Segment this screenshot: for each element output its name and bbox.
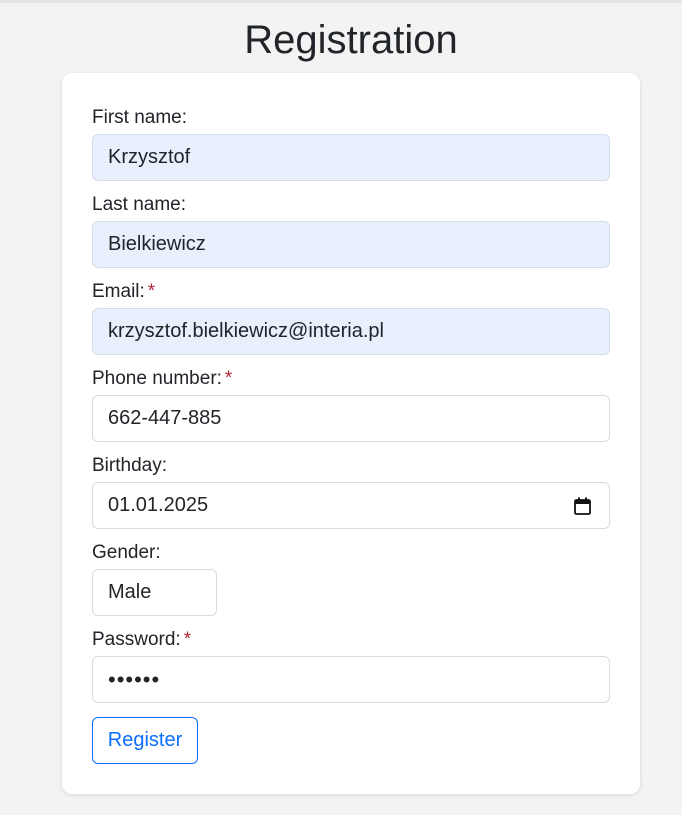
gender-field: Gender: Male — [92, 542, 217, 616]
calendar-icon[interactable] — [574, 497, 591, 515]
last-name-label-text: Last name: — [92, 194, 186, 215]
registration-card: First name: Krzysztof Last name: Bielkie… — [62, 73, 640, 794]
email-required-mark: * — [147, 281, 156, 302]
password-required-mark: * — [183, 629, 192, 650]
phone-field: Phone number: * 662-447-885 — [92, 368, 610, 442]
email-field: Email: * krzysztof.bielkiewicz@interia.pl — [92, 281, 610, 355]
gender-label: Gender: — [92, 542, 217, 564]
birthday-label: Birthday: — [92, 455, 610, 477]
password-label-text: Password: — [92, 629, 181, 650]
email-value: krzysztof.bielkiewicz@interia.pl — [108, 320, 384, 342]
phone-value: 662-447-885 — [108, 407, 222, 429]
page-title: Registration — [244, 18, 458, 62]
password-label: Password: * — [92, 629, 610, 651]
first-name-label: First name: — [92, 107, 610, 129]
birthday-field: Birthday: 01.01.2025 — [92, 455, 610, 529]
password-input[interactable]: •••••• — [92, 656, 610, 703]
phone-label: Phone number: * — [92, 368, 610, 390]
email-label: Email: * — [92, 281, 610, 303]
email-label-text: Email: — [92, 281, 145, 302]
last-name-value: Bielkiewicz — [108, 233, 206, 255]
phone-required-mark: * — [224, 368, 233, 389]
birthday-value: 01.01.2025 — [108, 494, 209, 516]
gender-select[interactable]: Male — [92, 569, 217, 616]
last-name-label: Last name: — [92, 194, 610, 216]
first-name-label-text: First name: — [92, 107, 188, 128]
gender-value: Male — [108, 581, 152, 603]
email-input[interactable]: krzysztof.bielkiewicz@interia.pl — [92, 308, 610, 355]
birthday-label-text: Birthday: — [92, 455, 167, 476]
birthday-input[interactable]: 01.01.2025 — [92, 482, 610, 529]
last-name-input[interactable]: Bielkiewicz — [92, 221, 610, 268]
phone-label-text: Phone number: — [92, 368, 222, 389]
top-strip — [0, 0, 682, 3]
password-field: Password: * •••••• — [92, 629, 610, 703]
first-name-input[interactable]: Krzysztof — [92, 134, 610, 181]
last-name-field: Last name: Bielkiewicz — [92, 194, 610, 268]
gender-label-text: Gender: — [92, 542, 161, 563]
password-masked-value: •••••• — [108, 667, 161, 692]
register-button[interactable]: Register — [92, 717, 198, 764]
first-name-value: Krzysztof — [108, 146, 191, 168]
first-name-field: First name: Krzysztof — [92, 107, 610, 181]
phone-input[interactable]: 662-447-885 — [92, 395, 610, 442]
